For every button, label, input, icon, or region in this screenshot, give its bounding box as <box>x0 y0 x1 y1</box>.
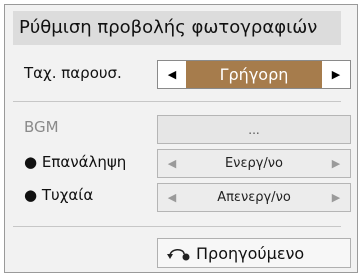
repeat-label: ● Επανάληψη <box>24 153 127 171</box>
bgm-label: BGM <box>24 118 59 136</box>
triangle-right-icon[interactable]: ▶ <box>322 184 350 211</box>
triangle-left-icon[interactable]: ◀ <box>158 184 186 211</box>
repeat-stepper[interactable]: ◀ Ενεργ/νο ▶ <box>157 149 351 178</box>
divider <box>13 101 341 102</box>
bgm-select-field[interactable]: ... <box>157 115 351 144</box>
back-button[interactable]: Προηγούμενο <box>157 238 351 268</box>
back-button-label: Προηγούμενο <box>196 243 305 263</box>
back-return-icon <box>166 244 192 262</box>
triangle-right-icon[interactable]: ▶ <box>322 61 350 88</box>
shuffle-label: ● Τυχαία <box>24 186 94 204</box>
slide-speed-stepper[interactable]: ◀ Γρήγορη ▶ <box>157 60 351 89</box>
divider <box>13 226 341 227</box>
slide-speed-label: Ταχ. παρουσ. <box>24 64 122 82</box>
triangle-right-icon[interactable]: ▶ <box>322 150 350 177</box>
triangle-left-icon[interactable]: ◀ <box>158 150 186 177</box>
triangle-left-icon[interactable]: ◀ <box>158 61 186 88</box>
shuffle-stepper[interactable]: ◀ Απενεργ/νο ▶ <box>157 183 351 212</box>
slide-speed-value: Γρήγορη <box>186 61 322 88</box>
dialog-title: Ρύθμιση προβολής φωτογραφιών <box>13 11 341 45</box>
repeat-value: Ενεργ/νο <box>224 156 284 171</box>
shuffle-value: Απενεργ/νο <box>217 190 291 205</box>
